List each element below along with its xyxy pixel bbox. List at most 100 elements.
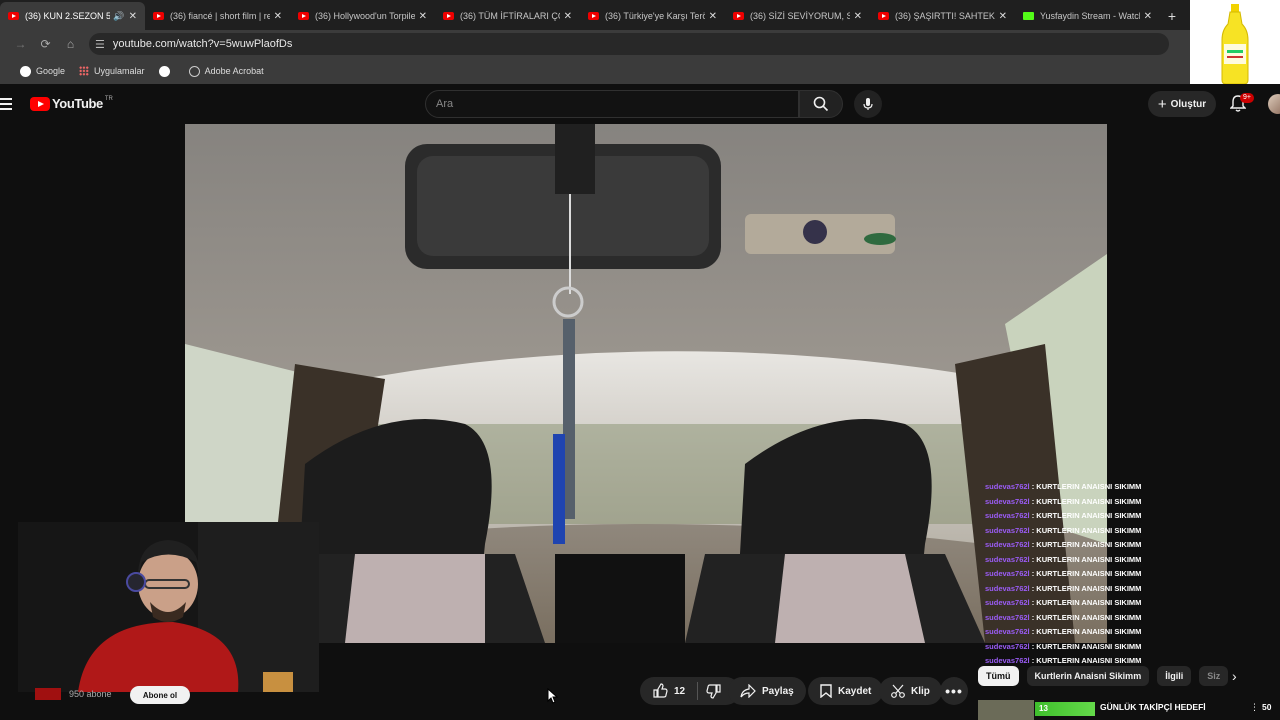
chip-channel[interactable]: Kurtlerin Anaisni Sikimm <box>1026 666 1150 686</box>
search-input[interactable]: Ara <box>425 90 799 118</box>
chat-message: sudevas762l : KURTLERIN ANAISNI SIKIMM <box>985 525 1142 535</box>
filter-chips: Tümü Kurtlerin Anaisni Sikimm İlgili Siz <box>978 666 1236 686</box>
youtube-favicon-icon <box>8 12 19 20</box>
bookmark-chrome[interactable] <box>158 65 175 77</box>
live-chat-overlay: sudevas762l : KURTLERIN ANAISNI SIKIMM s… <box>985 480 1145 669</box>
chrome-icon <box>158 65 170 77</box>
more-actions-button[interactable]: ••• <box>940 677 968 705</box>
reload-icon[interactable]: ⟳ <box>33 30 58 58</box>
forward-icon[interactable]: → <box>8 30 33 58</box>
notification-badge: 9+ <box>1240 93 1254 103</box>
chip-all[interactable]: Tümü <box>978 666 1019 686</box>
subscriber-count: 950 abone <box>69 689 112 699</box>
like-button[interactable]: 12 <box>652 683 685 699</box>
tab-0[interactable]: (36) KUN 2.SEZON 5.B 🔊 ✕ <box>0 2 145 30</box>
youtube-logo[interactable]: YouTube TR <box>30 96 113 111</box>
chat-message: sudevas762l : KURTLERIN ANAISNI SIKIMM <box>985 511 1142 520</box>
chat-message: sudevas762l : KURTLERIN ANAISNI SIKIMM <box>985 612 1142 622</box>
chevron-right-icon[interactable]: › <box>1232 668 1237 684</box>
close-tab-icon[interactable]: ✕ <box>709 11 717 22</box>
scissors-icon <box>891 684 905 698</box>
divider <box>697 682 699 700</box>
chat-message: sudevas762l : KURTLERIN ANAISNI SIKIMM <box>985 496 1142 506</box>
save-button[interactable]: Kaydet <box>808 677 884 705</box>
new-tab-button[interactable]: + <box>1160 2 1184 30</box>
video-thumbnail[interactable] <box>978 700 1034 720</box>
search-button[interactable] <box>799 90 843 118</box>
share-arrow-icon <box>740 684 756 698</box>
tab-2[interactable]: (36) Hollywood'un Torpile ✕ <box>290 2 435 30</box>
channel-logo[interactable] <box>35 688 61 700</box>
tab-5[interactable]: (36) SİZİ SEVİYORUM, SİZ ✕ <box>725 2 870 30</box>
bookmark-acrobat[interactable]: Adobe Acrobat <box>188 65 264 77</box>
account-avatar[interactable] <box>1268 94 1280 114</box>
youtube-header: YouTube TR Ara + Oluştur 9+ <box>0 84 1280 124</box>
tab-7[interactable]: Yusfaydin Stream - Watch ✕ <box>1015 2 1160 30</box>
bookmarks-bar: Google Uygulamalar Adobe Acrobat <box>0 58 1190 84</box>
follower-goal-label: GÜNLÜK TAKİPÇİ HEDEFİ <box>1100 702 1206 712</box>
close-tab-icon[interactable]: ✕ <box>854 11 862 22</box>
close-tab-icon[interactable]: ✕ <box>274 11 282 22</box>
chat-message: sudevas762l : KURTLERIN ANAISNI SIKIMM <box>985 583 1142 593</box>
chip-for-you[interactable]: Siz <box>1199 666 1229 686</box>
chat-message: sudevas762l : KURTLERIN ANAISNI SIKIMM <box>985 641 1142 651</box>
menu-icon[interactable] <box>0 98 12 110</box>
bookmark-apps[interactable]: Uygulamalar <box>79 66 145 76</box>
thumbs-up-icon <box>653 683 668 698</box>
create-button[interactable]: + Oluştur <box>1148 91 1216 117</box>
close-tab-icon[interactable]: ✕ <box>564 11 572 22</box>
dislike-button[interactable] <box>706 683 728 699</box>
tab-4[interactable]: (36) Türkiye'ye Karşı Terör ✕ <box>580 2 725 30</box>
bottle-image <box>1190 0 1280 88</box>
streamer-webcam <box>18 522 319 692</box>
url-text: youtube.com/watch?v=5wuwPlaofDs <box>112 38 293 50</box>
speaker-icon[interactable]: 🔊 <box>113 11 124 22</box>
more-vertical-icon[interactable]: ⋮ <box>1250 702 1259 713</box>
google-icon <box>20 65 31 77</box>
follower-goal-target: 50 <box>1262 702 1272 712</box>
site-settings-icon[interactable]: ☰ <box>95 38 105 51</box>
home-icon[interactable]: ⌂ <box>58 30 83 58</box>
streamer-image <box>18 522 319 692</box>
follower-goal-bar: 13 <box>1035 702 1095 716</box>
chat-message: sudevas762l : KURTLERIN ANAISNI SIKIMM <box>985 554 1142 564</box>
bookmark-google[interactable]: Google <box>20 65 65 77</box>
channel-info: 950 abone <box>35 688 112 700</box>
thumbs-down-icon <box>706 684 721 699</box>
chat-message: sudevas762l : KURTLERIN ANAISNI SIKIMM <box>985 482 1142 491</box>
clip-button[interactable]: Klip <box>879 677 942 705</box>
youtube-favicon-icon <box>298 12 309 20</box>
chat-message: sudevas762l : KURTLERIN ANAISNI SIKIMM <box>985 598 1142 607</box>
youtube-favicon-icon <box>443 12 454 20</box>
video-player[interactable] <box>185 124 1107 643</box>
mouse-cursor-icon <box>547 687 559 709</box>
chat-message: sudevas762l : KURTLERIN ANAISNI SIKIMM <box>985 540 1142 549</box>
close-tab-icon[interactable]: ✕ <box>419 11 427 22</box>
browser-toolbar: → ⟳ ⌂ ☰ youtube.com/watch?v=5wuwPlaofDs <box>0 30 1190 58</box>
chat-message: sudevas762l : KURTLERIN ANAISNI SIKIMM <box>985 569 1142 578</box>
share-button[interactable]: Paylaş <box>728 677 806 705</box>
chat-message: sudevas762l : KURTLERIN ANAISNI SIKIMM <box>985 627 1142 636</box>
microphone-icon <box>863 98 873 110</box>
close-tab-icon[interactable]: ✕ <box>1144 11 1152 22</box>
close-tab-icon[interactable]: ✕ <box>999 11 1007 22</box>
close-tab-icon[interactable]: ✕ <box>129 11 137 22</box>
tab-6[interactable]: (36) ŞAŞIRTTI! SAHTEKAR ✕ <box>870 2 1015 30</box>
youtube-play-icon <box>30 96 50 111</box>
chip-related[interactable]: İlgili <box>1157 666 1192 686</box>
apps-grid-icon <box>79 66 90 76</box>
video-frame-car-interior <box>185 124 1107 643</box>
voice-search-button[interactable] <box>854 90 882 118</box>
tab-3[interactable]: (36) TÜM İFTİRALARI ÇÖZ ✕ <box>435 2 580 30</box>
like-dislike-group: 12 <box>640 677 740 705</box>
youtube-favicon-icon <box>733 12 744 20</box>
youtube-favicon-icon <box>153 12 164 20</box>
tab-1[interactable]: (36) fiancé | short film | re ✕ <box>145 2 290 30</box>
youtube-favicon-icon <box>878 12 889 20</box>
plus-icon: + <box>1157 95 1167 113</box>
more-horizontal-icon: ••• <box>945 683 963 699</box>
youtube-favicon-icon <box>588 12 599 20</box>
subscribe-button[interactable]: Abone ol <box>130 686 190 704</box>
search-icon <box>813 96 829 112</box>
address-bar[interactable]: ☰ youtube.com/watch?v=5wuwPlaofDs <box>89 33 1169 55</box>
